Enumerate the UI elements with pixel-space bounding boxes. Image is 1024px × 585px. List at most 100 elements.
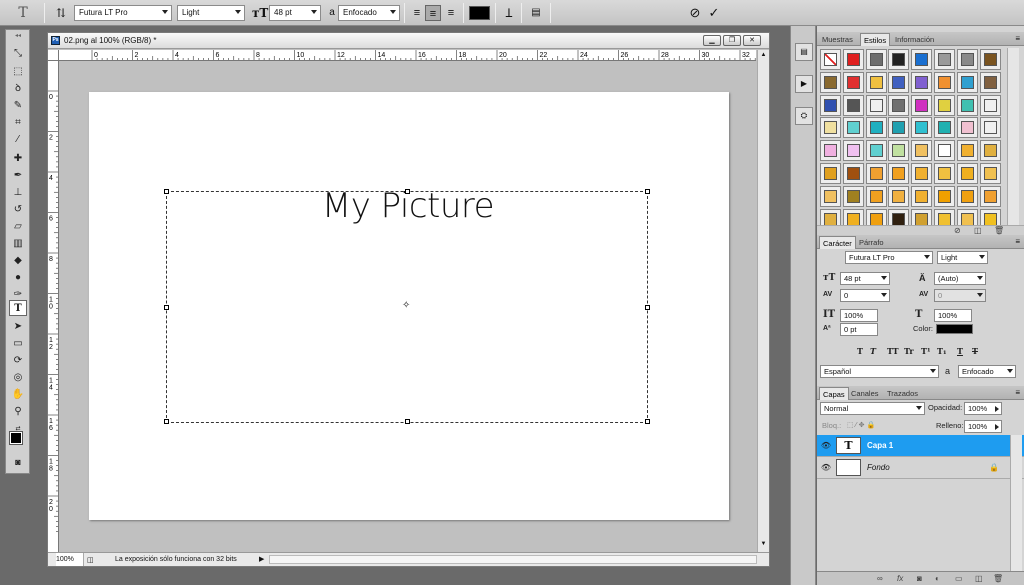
style-swatch[interactable]: [865, 49, 887, 70]
underline-button[interactable]: T: [957, 345, 963, 357]
style-swatch[interactable]: [820, 140, 841, 162]
char-hscale-field[interactable]: 100%: [934, 309, 972, 322]
char-color-swatch[interactable]: [936, 324, 973, 334]
visibility-eye-icon[interactable]: 👁: [820, 462, 832, 473]
style-swatch[interactable]: [888, 185, 910, 207]
style-swatch[interactable]: [979, 49, 1001, 70]
style-swatch[interactable]: [933, 117, 955, 139]
layer-name[interactable]: Capa 1: [867, 440, 893, 451]
subscript-button[interactable]: T₁: [937, 345, 946, 357]
style-swatch[interactable]: [933, 71, 955, 93]
char-font-family-dropdown[interactable]: Futura LT Pro: [845, 251, 933, 264]
group-icon[interactable]: ▭: [955, 574, 963, 584]
style-swatch[interactable]: [933, 140, 955, 162]
tab-channels[interactable]: Canales: [848, 387, 882, 400]
style-swatch[interactable]: [933, 94, 955, 116]
tab-styles[interactable]: Estilos: [860, 33, 891, 46]
style-swatch[interactable]: [956, 49, 978, 70]
type-tool-preset-icon[interactable]: T: [15, 5, 31, 21]
visibility-eye-icon[interactable]: 👁: [820, 440, 832, 451]
text-bounding-box[interactable]: My Picture ✧: [164, 186, 650, 424]
style-swatch[interactable]: [911, 162, 933, 184]
restore-button[interactable]: ❐: [723, 35, 741, 46]
layer-row[interactable]: 👁 Fondo 🔒: [817, 457, 1024, 479]
type-tool[interactable]: T: [9, 300, 27, 316]
transform-handle[interactable]: [164, 189, 169, 194]
font-size-dropdown[interactable]: 48 pt: [269, 5, 321, 21]
shape-tool[interactable]: ▭: [9, 336, 27, 352]
style-swatch[interactable]: [888, 94, 910, 116]
char-leading-dropdown[interactable]: (Auto): [934, 272, 986, 285]
char-tracking-dropdown[interactable]: 0: [934, 289, 986, 302]
style-swatch[interactable]: [865, 140, 887, 162]
style-swatch[interactable]: [842, 94, 864, 116]
dodge-tool[interactable]: ●: [9, 270, 27, 286]
tab-swatches[interactable]: Muestras: [819, 33, 856, 46]
panel-menu-icon[interactable]: ≡: [1015, 388, 1020, 397]
scroll-up-icon[interactable]: ▲: [759, 51, 768, 60]
orientation-icon[interactable]: ⇅: [53, 5, 69, 21]
dock-mini-bridge-icon[interactable]: ▤: [795, 43, 813, 61]
style-swatch[interactable]: [979, 117, 1001, 139]
panel-menu-icon[interactable]: ≡: [1015, 34, 1020, 43]
mask-icon[interactable]: ◙: [917, 574, 922, 584]
canvas-area[interactable]: My Picture ✧: [60, 62, 756, 552]
style-swatch[interactable]: [979, 140, 1001, 162]
transform-handle[interactable]: [645, 189, 650, 194]
stamp-tool[interactable]: ⊥: [9, 185, 27, 201]
eraser-tool[interactable]: ▱: [9, 219, 27, 235]
align-right-icon[interactable]: ≡: [443, 5, 459, 21]
reference-point-icon[interactable]: ✧: [402, 301, 410, 311]
style-swatch[interactable]: [842, 117, 864, 139]
style-swatch[interactable]: [956, 71, 978, 93]
style-swatch[interactable]: [933, 49, 955, 70]
font-style-dropdown[interactable]: Light: [177, 5, 245, 21]
antialias-dropdown[interactable]: Enfocado: [338, 5, 400, 21]
foreground-color[interactable]: [9, 431, 23, 445]
styles-scrollbar[interactable]: [1007, 48, 1019, 226]
hand-tool[interactable]: ✋: [9, 387, 27, 403]
tab-paragraph[interactable]: Párrafo: [856, 236, 887, 249]
style-swatch[interactable]: [933, 162, 955, 184]
panel-menu-icon[interactable]: ≡: [1015, 237, 1020, 246]
quick-select-tool[interactable]: ✎: [9, 98, 27, 114]
style-swatch[interactable]: [820, 117, 841, 139]
move-tool[interactable]: ⤡: [9, 46, 27, 62]
layers-scrollbar[interactable]: [1010, 435, 1022, 571]
scroll-down-icon[interactable]: ▼: [759, 540, 768, 549]
commit-icon[interactable]: ✓: [706, 5, 722, 21]
dock-actions-icon[interactable]: ▶: [795, 75, 813, 93]
blend-mode-dropdown[interactable]: Normal: [820, 402, 925, 415]
style-swatch[interactable]: [865, 71, 887, 93]
style-swatch[interactable]: [888, 49, 910, 70]
zoom-field[interactable]: 100%: [56, 553, 84, 566]
history-brush-tool[interactable]: ↺: [9, 202, 27, 218]
faux-italic-button[interactable]: T: [870, 345, 876, 357]
style-swatch[interactable]: [820, 185, 841, 207]
style-swatch[interactable]: [933, 185, 955, 207]
char-kerning-dropdown[interactable]: 0: [840, 289, 890, 302]
close-button[interactable]: ✕: [743, 35, 761, 46]
horizontal-scrollbar[interactable]: [269, 555, 757, 564]
style-swatch[interactable]: [911, 49, 933, 70]
healing-tool[interactable]: ✚: [9, 151, 27, 167]
font-family-dropdown[interactable]: Futura LT Pro: [74, 5, 172, 21]
layer-row[interactable]: 👁 T Capa 1: [817, 435, 1024, 457]
char-size-dropdown[interactable]: 48 pt: [840, 272, 890, 285]
new-layer-icon[interactable]: ◫: [975, 574, 983, 584]
style-swatch[interactable]: [911, 117, 933, 139]
style-swatch[interactable]: [842, 162, 864, 184]
status-menu-icon[interactable]: ◫: [87, 554, 94, 567]
crop-tool[interactable]: ⌗: [9, 115, 27, 131]
style-swatch[interactable]: [820, 49, 841, 70]
tab-layers[interactable]: Capas: [819, 387, 849, 400]
eyedropper-tool[interactable]: ⁄: [9, 132, 27, 148]
trash-icon[interactable]: 🗑: [993, 574, 1003, 584]
tab-info[interactable]: Información: [892, 33, 937, 46]
transform-handle[interactable]: [164, 305, 169, 310]
style-swatch[interactable]: [820, 71, 841, 93]
style-swatch[interactable]: [911, 185, 933, 207]
style-swatch[interactable]: [979, 162, 1001, 184]
vertical-scrollbar[interactable]: ▲ ▼: [757, 50, 769, 552]
style-swatch[interactable]: [865, 117, 887, 139]
